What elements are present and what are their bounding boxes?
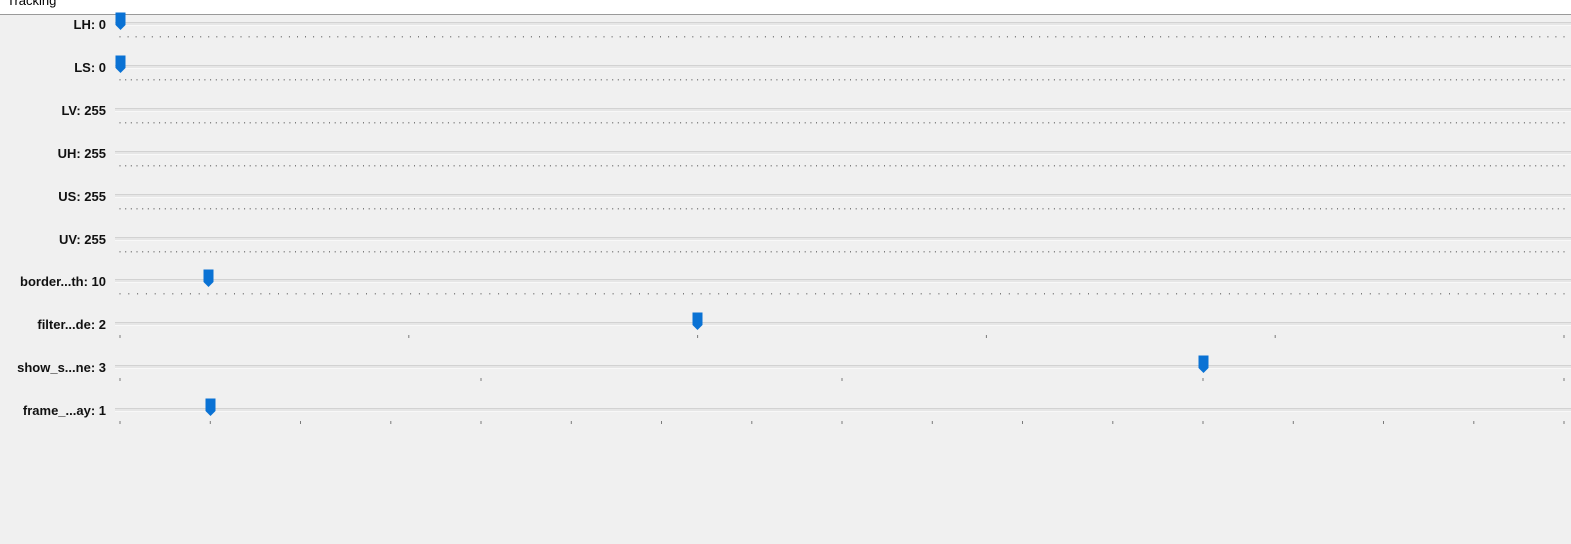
trackbar-row: LV: 255 (0, 103, 1571, 143)
trackbar-label: LV: 255 (61, 102, 106, 118)
trackbar-label: LS: 0 (74, 59, 106, 75)
trackbar-thumb[interactable] (203, 269, 214, 288)
trackbar-slider[interactable] (115, 193, 1571, 198)
trackbar-slider[interactable] (115, 64, 1571, 69)
trackbar-row: show_s...ne: 3 (0, 355, 1571, 400)
trackbar-thumb[interactable] (115, 55, 126, 74)
trackbar-label: filter...de: 2 (37, 317, 106, 333)
trackbar-row: frame_...ay: 1 (0, 398, 1571, 443)
trackbar-label: show_s...ne: 3 (17, 360, 106, 376)
trackbar-label: UV: 255 (59, 231, 106, 247)
trackbar-ticks (0, 120, 1571, 126)
trackbar-slider[interactable] (115, 365, 1571, 370)
trackbar-thumb[interactable] (115, 12, 126, 31)
trackbar-slider[interactable] (115, 236, 1571, 241)
trackbar-thumb[interactable] (205, 398, 216, 417)
trackbar-row: UV: 255 (0, 232, 1571, 272)
window-title-bar: Tracking (0, 0, 1571, 15)
trackbar-label: LH: 0 (73, 17, 107, 32)
trackbar-label: border...th: 10 (20, 274, 106, 290)
trackbar-ticks (0, 291, 1571, 297)
trackbar-row: LS: 0 (0, 55, 1571, 100)
trackbar-slider[interactable] (115, 107, 1571, 112)
window-title: Tracking (7, 0, 57, 8)
trackbar-ticks (0, 206, 1571, 212)
trackbar-thumb[interactable] (692, 312, 703, 331)
trackbar-slider[interactable] (115, 322, 1571, 327)
trackbar-ticks (0, 249, 1571, 255)
trackbar-ticks (0, 377, 1571, 383)
trackbar-row: filter...de: 2 (0, 312, 1571, 357)
trackbar-slider[interactable] (115, 279, 1571, 284)
trackbar-label: UH: 255 (57, 145, 106, 161)
trackbar-thumb[interactable] (1198, 355, 1209, 374)
trackbar-slider[interactable] (115, 22, 1571, 26)
trackbar-slider[interactable] (115, 150, 1571, 155)
trackbar-slider[interactable] (115, 408, 1571, 413)
trackbar-row: UH: 255 (0, 146, 1571, 186)
trackbar-ticks (0, 34, 1571, 40)
trackbar-ticks (0, 163, 1571, 169)
trackbar-row: US: 255 (0, 189, 1571, 229)
trackbar-row: border...th: 10 (0, 269, 1571, 314)
trackbar-ticks (0, 420, 1571, 426)
trackbar-row: LH: 0 (0, 12, 1571, 57)
trackbar-ticks (0, 334, 1571, 340)
trackbar-ticks (0, 77, 1571, 83)
trackbar-label: frame_...ay: 1 (22, 403, 106, 419)
trackbar-label: US: 255 (58, 188, 106, 204)
